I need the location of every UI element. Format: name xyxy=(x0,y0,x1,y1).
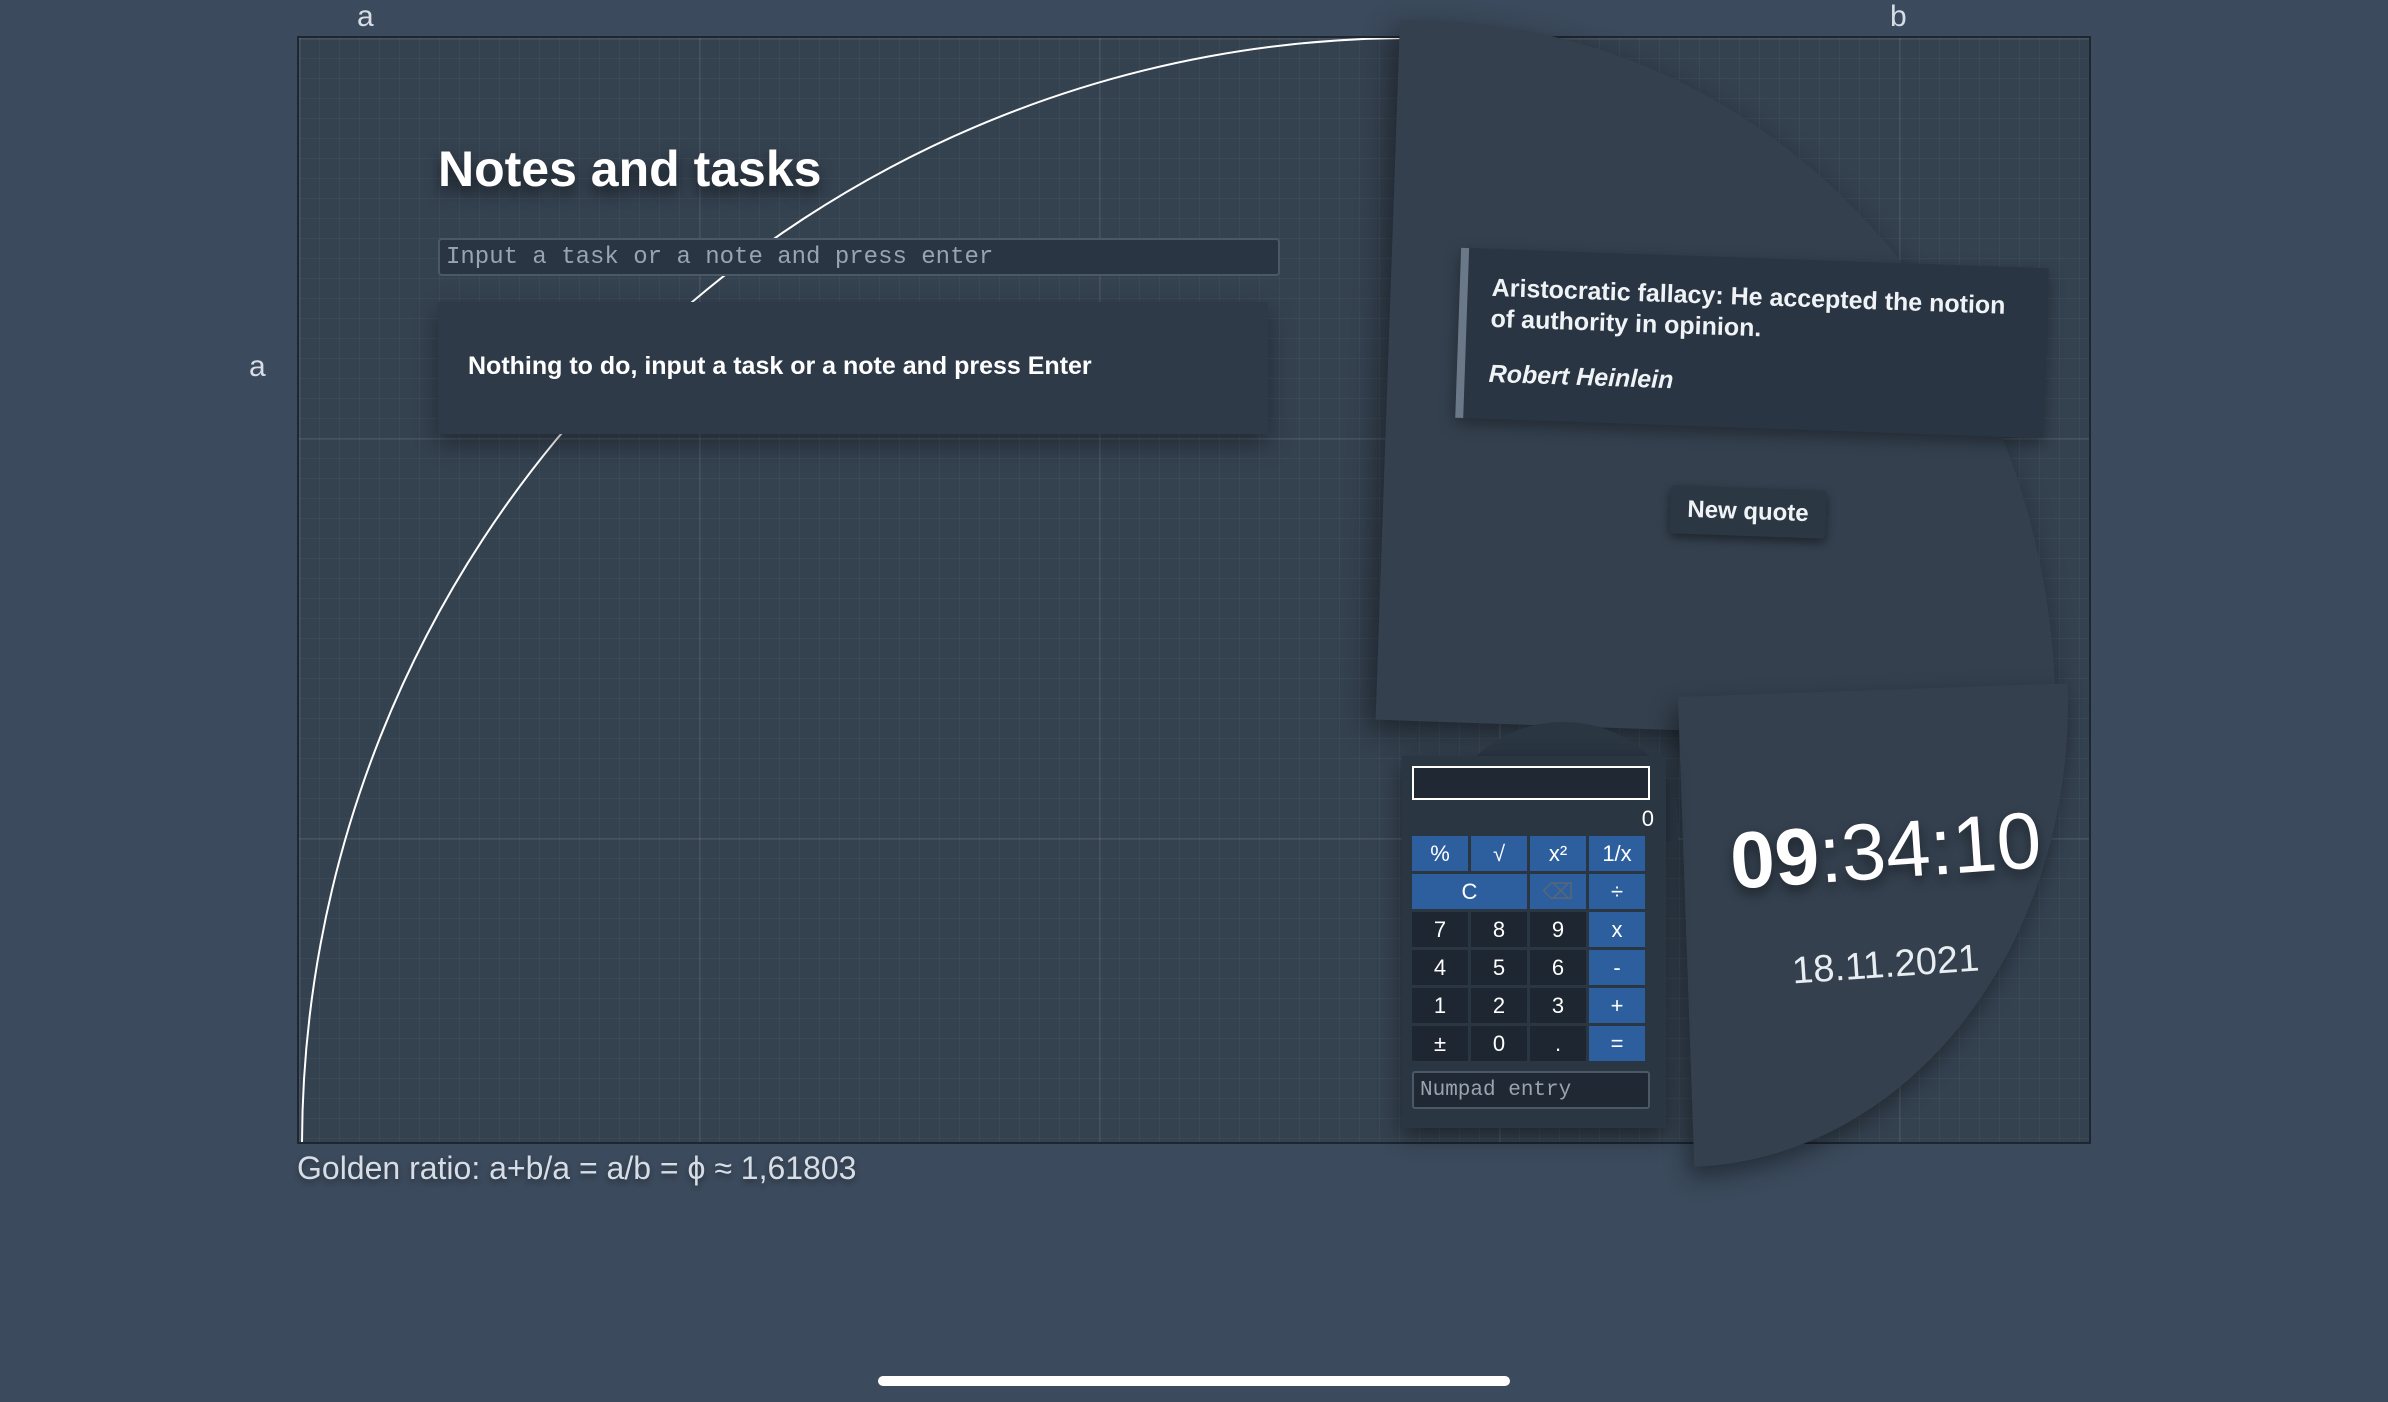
calc-key-digit-1[interactable]: 1 xyxy=(1412,988,1468,1023)
calculator-result: 0 xyxy=(1641,806,1654,831)
clock-hours: 09 xyxy=(1727,810,1823,906)
new-quote-button[interactable]: New quote xyxy=(1669,485,1827,539)
calc-key-digit-3[interactable]: 3 xyxy=(1530,988,1586,1023)
calc-key-digit-9[interactable]: 9 xyxy=(1530,912,1586,947)
calc-key-reciprocal[interactable]: 1/x xyxy=(1589,836,1645,871)
home-indicator[interactable] xyxy=(878,1376,1510,1386)
calc-key-equals[interactable]: = xyxy=(1589,1026,1645,1061)
calc-key-percent[interactable]: % xyxy=(1412,836,1468,871)
notes-title: Notes and tasks xyxy=(438,141,822,197)
calc-key-digit-0[interactable]: 0 xyxy=(1471,1026,1527,1061)
calc-key-digit-7[interactable]: 7 xyxy=(1412,912,1468,947)
clock-minutes-seconds: :34:10 xyxy=(1816,795,2045,900)
numpad-entry-input[interactable] xyxy=(1412,1071,1650,1109)
calc-key-divide[interactable]: ÷ xyxy=(1589,874,1645,909)
calc-key-plus[interactable]: + xyxy=(1589,988,1645,1023)
task-input[interactable] xyxy=(438,238,1280,276)
golden-ratio-caption: Golden ratio: a+b/a = a/b = ϕ ≈ 1,61803 xyxy=(297,1150,857,1186)
calc-key-digit-5[interactable]: 5 xyxy=(1471,950,1527,985)
quote-text: Aristocratic fallacy: He accepted the no… xyxy=(1490,273,2006,343)
edge-label-a-top: a xyxy=(357,0,374,33)
edge-label-b-top: b xyxy=(1890,0,1907,33)
calc-key-digit-8[interactable]: 8 xyxy=(1471,912,1527,947)
calc-key-multiply[interactable]: x xyxy=(1589,912,1645,947)
quote-card: Aristocratic fallacy: He accepted the no… xyxy=(1455,247,2049,439)
notes-empty-message: Nothing to do, input a task or a note an… xyxy=(438,302,1268,434)
calc-key-sqrt[interactable]: √ xyxy=(1471,836,1527,871)
quote-author: Robert Heinlein xyxy=(1488,359,1674,394)
calc-key-digit-4[interactable]: 4 xyxy=(1412,950,1468,985)
calc-key-digit-6[interactable]: 6 xyxy=(1530,950,1586,985)
edge-label-a-left: a xyxy=(249,350,266,383)
calc-key-minus[interactable]: - xyxy=(1589,950,1645,985)
calc-key-plus-minus[interactable]: ± xyxy=(1412,1026,1468,1061)
page: a b a Notes and tasks Nothing to do, inp… xyxy=(0,0,2388,1402)
calculator: 0 % √ x² 1/x C ⌫ ÷ 7 8 9 x 4 5 6- 1 2 3 + ±0. = xyxy=(1402,756,1666,1128)
calc-key-backspace[interactable]: ⌫ xyxy=(1530,874,1586,909)
calc-key-clear[interactable]: C xyxy=(1412,874,1527,909)
calculator-keypad: % √ x² 1/x C ⌫ ÷ 7 8 9 x 4 5 6- 1 2 3 + ±0. = xyxy=(1412,836,1658,1061)
calc-key-digit-2[interactable]: 2 xyxy=(1471,988,1527,1023)
calc-key-decimal[interactable]: . xyxy=(1530,1026,1586,1061)
calculator-expression-display xyxy=(1412,766,1650,800)
calc-key-square[interactable]: x² xyxy=(1530,836,1586,871)
